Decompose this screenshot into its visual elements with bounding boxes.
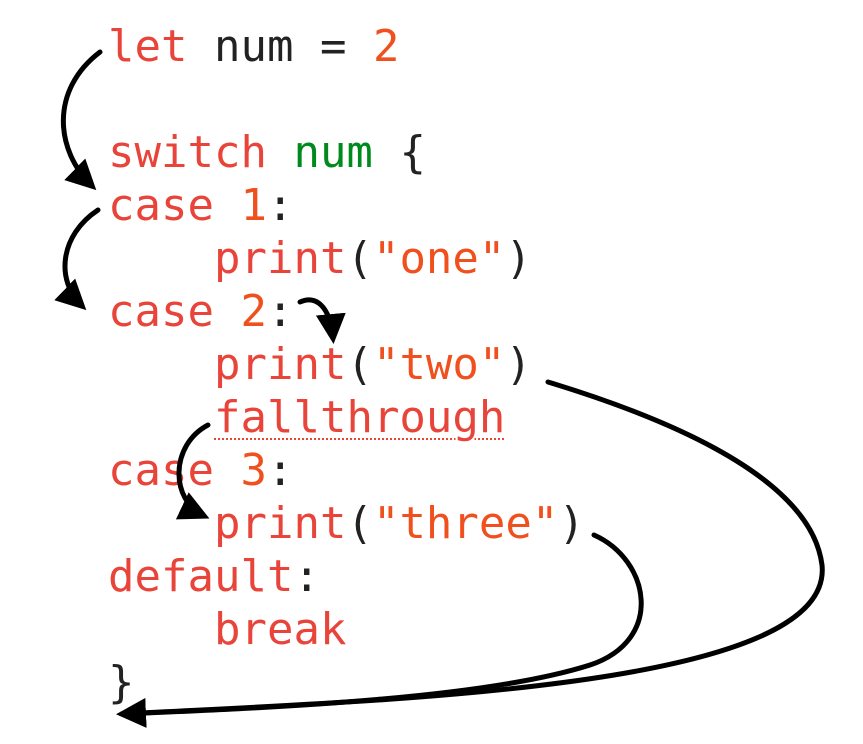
arrow-print-two-to-end xyxy=(119,379,825,717)
arrow-case-1-to-case-2 xyxy=(54,207,101,311)
arrow-case-2-to-print-two xyxy=(297,297,346,344)
flow-arrows xyxy=(54,49,825,728)
diagram-canvas: let num = 2 switch num { case 1: print("… xyxy=(0,0,863,744)
arrow-fallthrough-to-print-three xyxy=(175,422,211,520)
arrow-let-to-case-1 xyxy=(60,49,103,191)
arrow-print-three-to-end xyxy=(116,532,644,728)
